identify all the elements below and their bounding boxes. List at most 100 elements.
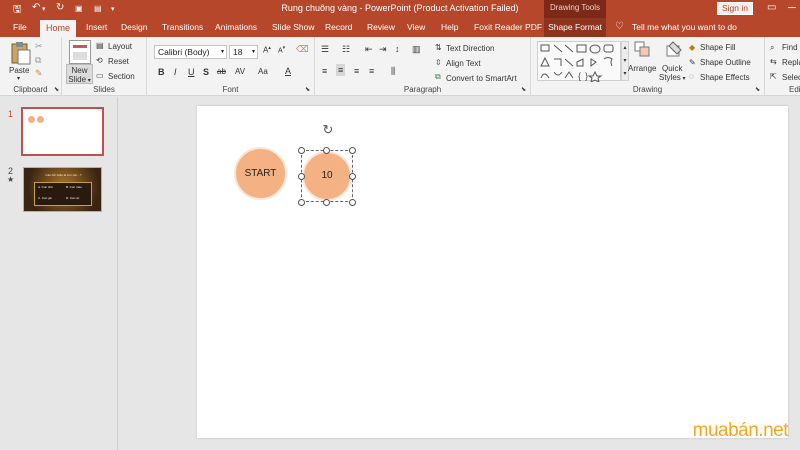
italic-button[interactable]: I <box>174 67 177 77</box>
new-slide-button[interactable]: New Slide ▾ <box>66 64 93 84</box>
drawing-launcher-icon[interactable]: ⬊ <box>755 86 760 93</box>
tab-slide-show[interactable]: Slide Show <box>272 22 315 32</box>
align-left-icon[interactable]: ≡ <box>322 66 327 76</box>
font-color-button[interactable]: A <box>285 66 291 76</box>
rotate-handle-icon[interactable]: ↻ <box>321 123 335 137</box>
strikethrough-button[interactable]: ab <box>217 67 226 76</box>
paste-icon[interactable] <box>8 40 32 66</box>
slide-canvas[interactable]: START 10 ↻ <box>197 106 788 438</box>
font-size-combo[interactable]: 18 ▾ <box>229 45 258 59</box>
start-circle-shape[interactable]: START <box>234 147 287 200</box>
ribbon-display-icon[interactable]: ▭ <box>767 2 776 13</box>
paragraph-group: ☰ ☷ ⇤ ⇥ ↕ ▥ ≡ ≡ ≡ ≡ ⫼ ⇅ Text Direction ⇳… <box>315 37 531 96</box>
bold-button[interactable]: B <box>158 67 165 77</box>
align-text-button[interactable]: Align Text <box>446 59 481 68</box>
tab-file[interactable]: File <box>13 22 27 32</box>
decrease-font-icon[interactable]: A▾ <box>278 45 285 54</box>
quick-styles-label2[interactable]: Styles ▾ <box>659 73 685 82</box>
line-spacing-icon[interactable]: ↕ <box>395 44 400 54</box>
thumbnail-answer: B. Con mèo <box>66 185 82 189</box>
tab-transitions[interactable]: Transitions <box>162 22 203 32</box>
font-launcher-icon[interactable]: ⬊ <box>305 86 310 93</box>
tab-design[interactable]: Design <box>121 22 147 32</box>
quick-styles-button[interactable]: Quick <box>662 64 682 73</box>
slide-thumbnail-1[interactable] <box>21 107 104 156</box>
tab-help[interactable]: Help <box>441 22 458 32</box>
tab-animations[interactable]: Animations <box>215 22 257 32</box>
distributed-icon[interactable]: ⫼ <box>391 66 395 77</box>
section-icon: ▭ <box>96 71 104 80</box>
ribbon: Paste ▾ ✂ ⧉ ✎ Clipboard ⬊ New Slide ▾ ▤ … <box>0 37 800 96</box>
paragraph-launcher-icon[interactable]: ⬊ <box>521 86 526 93</box>
tab-view[interactable]: View <box>407 22 425 32</box>
title-bar: 🖫 ↶ ▾ ↻ ▣ ▤ ▾ Rung chuông vàng - PowerPo… <box>0 0 800 18</box>
new-slide-icon[interactable] <box>69 40 91 64</box>
resize-handle[interactable] <box>298 147 305 154</box>
slide-thumbnail-pane: 1 2 ★ Câu hỏi: Đâu là con vật ...? A. Co… <box>0 97 118 450</box>
decrease-indent-icon[interactable]: ⇤ <box>365 44 373 55</box>
tab-record[interactable]: Record <box>325 22 352 32</box>
resize-handle[interactable] <box>349 199 356 206</box>
cut-icon[interactable]: ✂ <box>35 41 43 52</box>
tab-shape-format[interactable]: Shape Format <box>544 18 606 37</box>
watermark-logo: muabán.net <box>692 420 789 441</box>
window-title: Rung chuông vàng - PowerPoint (Product A… <box>281 3 519 13</box>
resize-handle[interactable] <box>323 147 330 154</box>
layout-button[interactable]: Layout <box>108 42 132 51</box>
increase-indent-icon[interactable]: ⇥ <box>379 44 387 55</box>
font-group: Calibri (Body) ▾ 18 ▾ A▴ A▾ ⌫ B I U S ab A… <box>147 37 315 96</box>
drawing-group-label: Drawing <box>632 85 663 94</box>
tab-insert[interactable]: Insert <box>86 22 107 32</box>
paste-button[interactable]: Paste <box>9 66 29 75</box>
shadow-button[interactable]: S <box>203 67 209 77</box>
resize-handle[interactable] <box>298 199 305 206</box>
quick-styles-icon <box>665 40 683 58</box>
justify-icon[interactable]: ≡ <box>369 66 374 76</box>
shape-outline-button[interactable]: Shape Outline <box>700 58 751 67</box>
number-circle-shape[interactable]: 10 <box>302 151 352 201</box>
shapes-gallery-scroll[interactable]: ▴ ▾ ▾ <box>621 41 629 81</box>
shape-effects-button[interactable]: Shape Effects <box>700 73 750 82</box>
replace-button[interactable]: Replace <box>782 58 800 67</box>
arrange-button[interactable]: Arrange <box>628 64 656 73</box>
slide-thumbnail-2[interactable]: Câu hỏi: Đâu là con vật ...? A. Con chó … <box>23 167 102 212</box>
reset-button[interactable]: Reset <box>108 57 129 66</box>
resize-handle[interactable] <box>323 199 330 206</box>
find-button[interactable]: Find <box>782 43 798 52</box>
resize-handle[interactable] <box>349 173 356 180</box>
tab-foxit-reader-pdf[interactable]: Foxit Reader PDF <box>474 22 542 32</box>
align-text-icon: ⇳ <box>435 58 442 67</box>
select-button[interactable]: Select <box>782 73 800 82</box>
columns-icon[interactable]: ▥ <box>412 44 421 55</box>
increase-font-icon[interactable]: A▴ <box>263 45 271 55</box>
clipboard-launcher-icon[interactable]: ⬊ <box>54 86 59 93</box>
change-case-button[interactable]: Aa <box>258 67 268 76</box>
numbering-icon[interactable]: ☷ <box>342 44 350 55</box>
tab-home[interactable]: Home <box>40 20 76 37</box>
underline-button[interactable]: U <box>188 67 195 77</box>
shape-fill-button[interactable]: Shape Fill <box>700 43 736 52</box>
sign-in-button[interactable]: Sign in <box>717 2 753 15</box>
shapes-gallery[interactable]: {} <box>537 41 621 83</box>
align-center-icon[interactable]: ≡ <box>336 64 346 76</box>
section-button[interactable]: Section <box>108 72 135 81</box>
paste-dropdown-icon[interactable]: ▾ <box>17 75 20 82</box>
char-spacing-button[interactable]: AV <box>235 67 245 76</box>
align-right-icon[interactable]: ≡ <box>354 66 359 76</box>
text-direction-button[interactable]: Text Direction <box>446 44 494 53</box>
find-icon: ⌕ <box>770 43 775 52</box>
font-name-combo[interactable]: Calibri (Body) ▾ <box>154 45 227 59</box>
clear-formatting-icon[interactable]: ⌫ <box>296 44 309 55</box>
thumbnail-answer: D. Con vịt <box>66 196 80 200</box>
resize-handle[interactable] <box>298 173 305 180</box>
tell-me-search[interactable]: Tell me what you want to do <box>632 22 737 32</box>
convert-smartart-button[interactable]: Convert to SmartArt <box>446 74 517 83</box>
arrange-icon <box>634 41 650 57</box>
thumbnail-answer: C. Con gà <box>38 196 52 200</box>
bullets-icon[interactable]: ☰ <box>321 44 329 55</box>
format-painter-icon[interactable]: ✎ <box>35 68 43 79</box>
resize-handle[interactable] <box>349 147 356 154</box>
minimize-icon[interactable]: ─ <box>788 2 796 14</box>
copy-icon[interactable]: ⧉ <box>35 55 41 66</box>
tab-review[interactable]: Review <box>367 22 395 32</box>
